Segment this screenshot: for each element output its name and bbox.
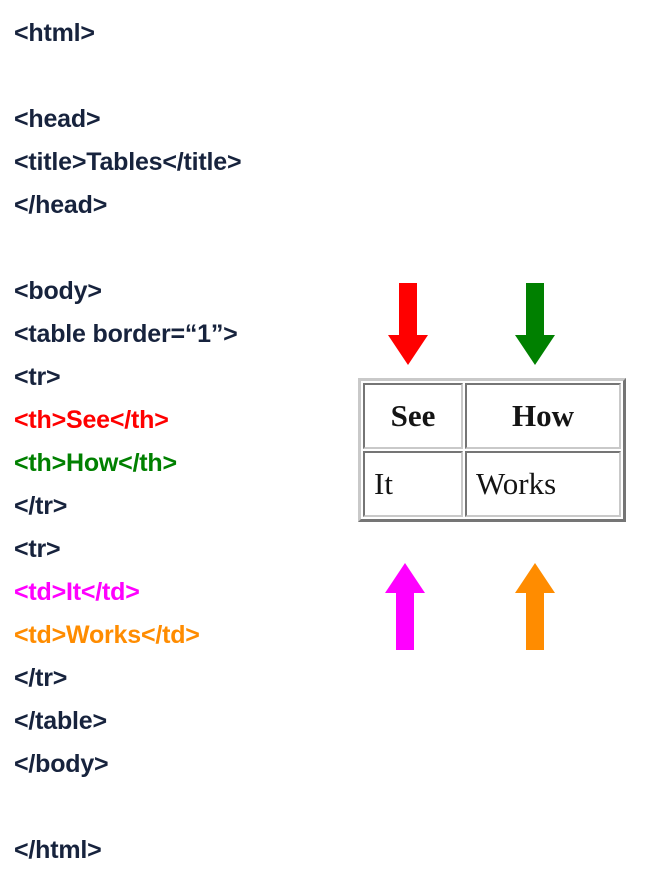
table-row: It Works — [363, 451, 621, 517]
code-line: </tr> — [14, 664, 68, 692]
code-line: <table border=“1”> — [14, 320, 238, 348]
html-source-code-listing: <html> <head> <title>Tables</title> </he… — [14, 12, 344, 872]
table-data-cell: Works — [465, 451, 621, 517]
code-line: </body> — [14, 750, 109, 778]
table-data-cell: It — [363, 451, 463, 517]
code-line-th-see: <th>See</th> — [14, 406, 169, 434]
arrow-up-icon — [515, 563, 555, 650]
code-line: </table> — [14, 707, 107, 735]
code-line: <html> — [14, 19, 95, 47]
table-header-cell: See — [363, 383, 463, 449]
code-line-th-how: <th>How</th> — [14, 449, 177, 477]
code-line: <head> — [14, 105, 101, 133]
code-line-td-it: <td>It</td> — [14, 578, 140, 606]
code-line-td-works: <td>Works</td> — [14, 621, 200, 649]
code-line: <tr> — [14, 363, 61, 391]
code-line: <body> — [14, 277, 102, 305]
code-line: </head> — [14, 191, 108, 219]
code-line: <tr> — [14, 535, 61, 563]
table-header-cell: How — [465, 383, 621, 449]
arrow-up-icon — [385, 563, 425, 650]
rendered-output-panel: See How It Works — [358, 270, 633, 665]
code-line: </html> — [14, 836, 102, 864]
arrow-down-icon — [515, 283, 555, 365]
code-line: <title>Tables</title> — [14, 148, 242, 176]
table-row: See How — [363, 383, 621, 449]
arrow-down-icon — [388, 283, 428, 365]
code-line: </tr> — [14, 492, 68, 520]
rendered-html-table: See How It Works — [358, 378, 626, 522]
